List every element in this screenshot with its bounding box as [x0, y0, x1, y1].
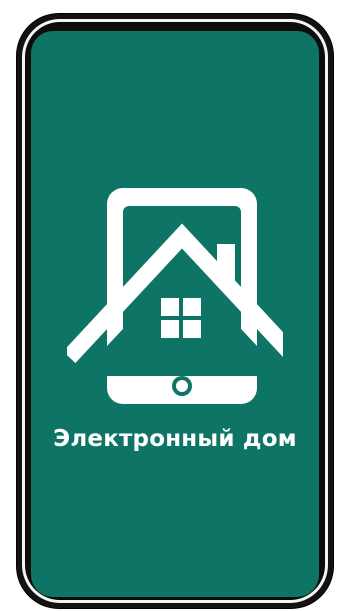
house-in-smartphone-icon — [67, 188, 283, 404]
app-name: Электронный дом — [53, 426, 297, 452]
chimney-icon — [217, 244, 235, 282]
splash-screen: Электронный дом — [31, 31, 319, 597]
